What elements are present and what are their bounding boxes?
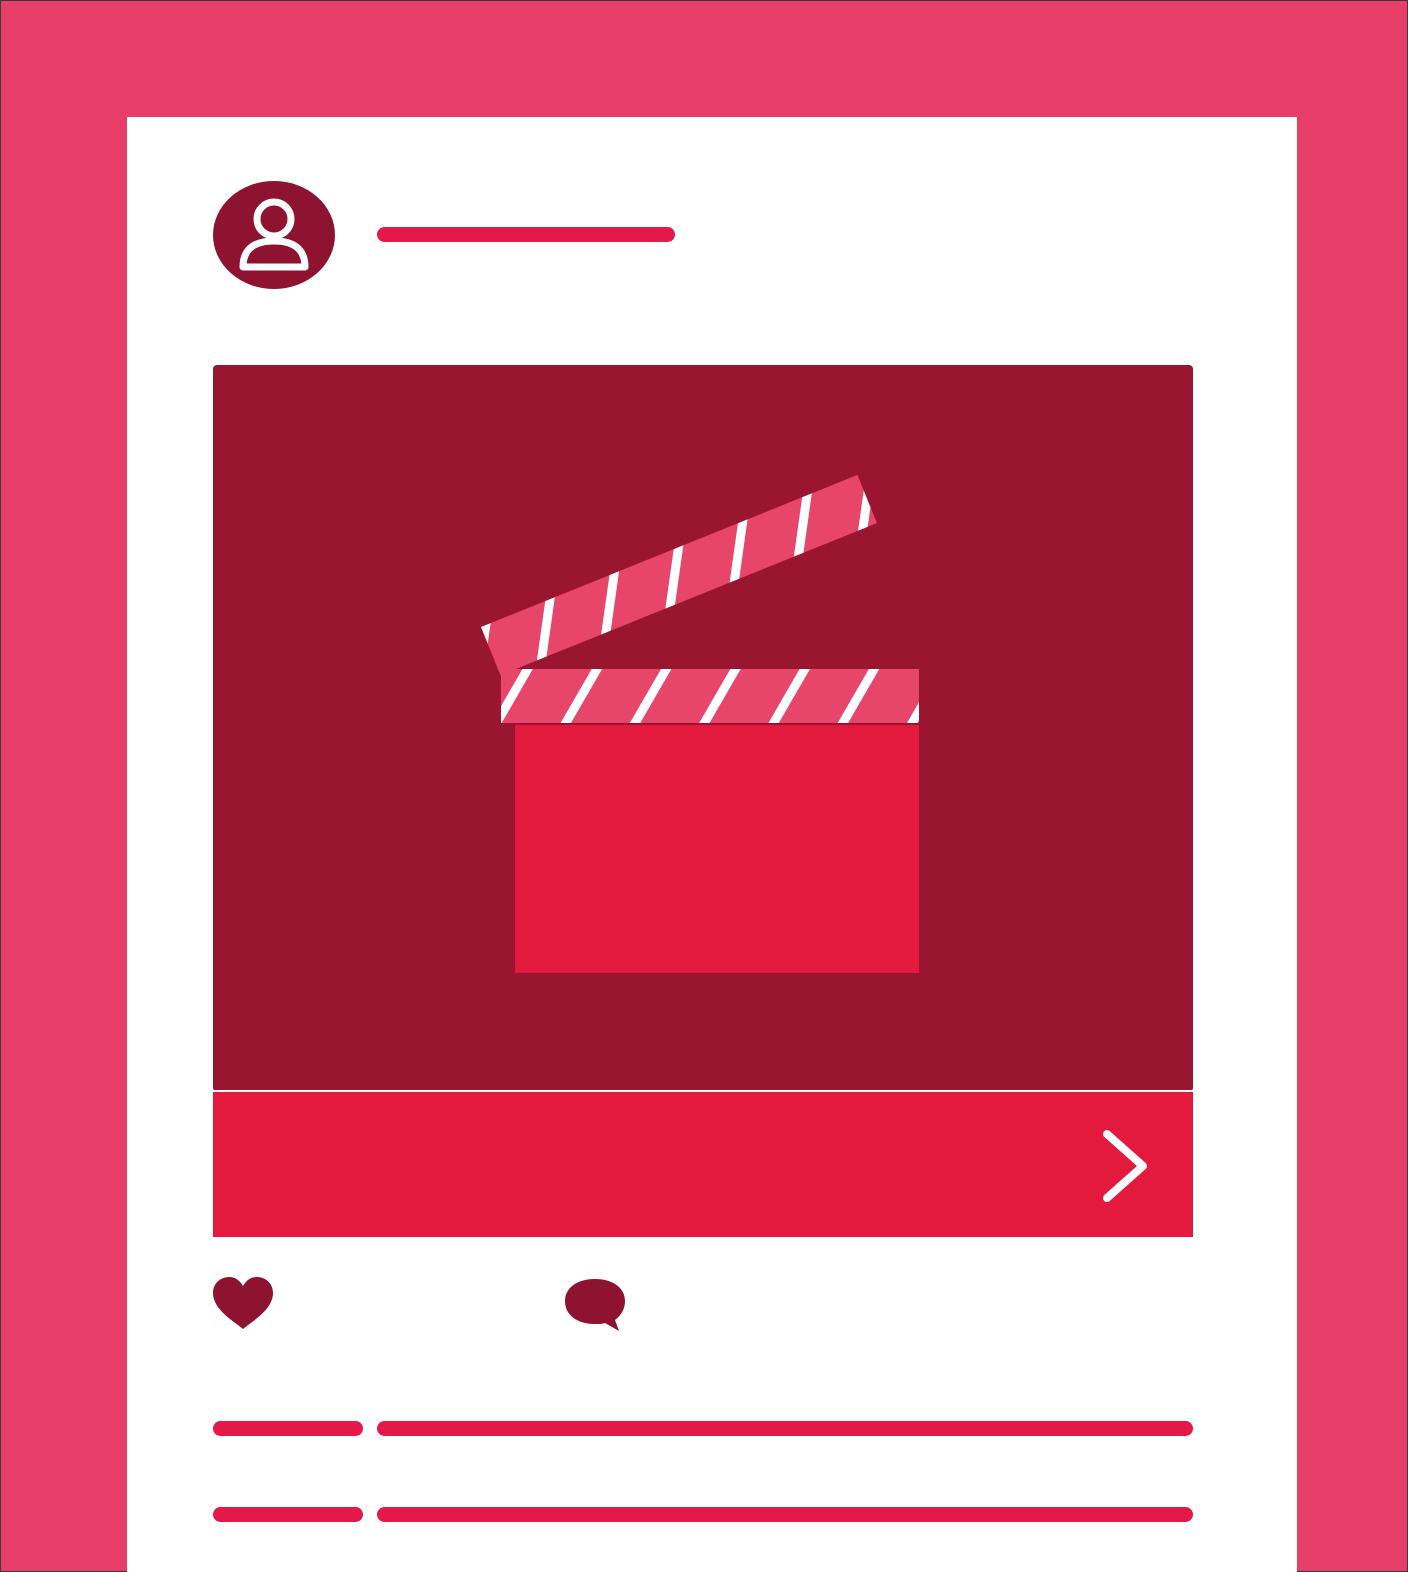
clapperboard-icon (481, 474, 919, 973)
post-card (127, 117, 1297, 1572)
caption-line-long (377, 1507, 1193, 1522)
user-avatar-icon (239, 198, 309, 271)
cta-bar[interactable] (213, 1092, 1193, 1237)
page-background (0, 0, 1408, 1572)
author-name-placeholder (377, 227, 675, 242)
caption-line-long (377, 1421, 1193, 1436)
author-avatar[interactable] (213, 181, 335, 289)
caption-line-short (213, 1507, 363, 1522)
caption-line-short (213, 1421, 363, 1436)
comment-bubble-icon[interactable] (559, 1273, 631, 1333)
heart-icon[interactable] (207, 1273, 279, 1333)
post-media[interactable] (213, 365, 1193, 1237)
video-thumbnail[interactable] (213, 365, 1193, 1090)
chevron-right-icon[interactable] (1095, 1126, 1155, 1206)
